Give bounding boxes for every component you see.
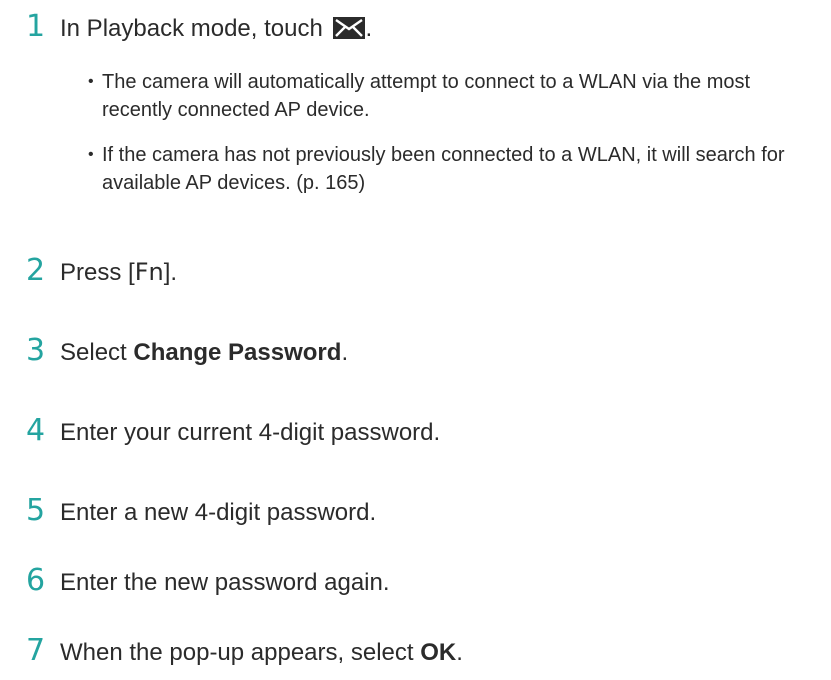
step-3: 3 Select Change Password. — [26, 336, 826, 368]
step-number: 4 — [26, 413, 46, 448]
step-1-notes: • The camera will automatically attempt … — [88, 68, 823, 214]
step-text-main: In Playback mode, touch — [60, 15, 330, 42]
step-text: Select Change Password. — [60, 338, 348, 368]
step-text: Enter a new 4-digit password. — [60, 499, 377, 526]
step-text: Enter your current 4-digit password. — [60, 419, 441, 446]
step-text: Press [Fn]. — [60, 257, 177, 288]
wlan-mail-icon — [333, 17, 366, 39]
step-text-prefix: When the pop-up appears, select — [60, 639, 421, 666]
step-number: 2 — [26, 253, 46, 288]
step-number: 7 — [26, 633, 46, 668]
step-text-suffix: ]. — [163, 259, 178, 286]
step-4: 4 Enter your current 4-digit password. — [26, 416, 826, 448]
step-number: 5 — [26, 493, 46, 528]
step-number: 3 — [26, 333, 46, 368]
step-text: Enter the new password again. — [60, 569, 390, 596]
step-number: 6 — [26, 563, 46, 598]
note-text: If the camera has not previously been co… — [102, 144, 785, 194]
bullet-icon: • — [88, 73, 94, 90]
note-item: • The camera will automatically attempt … — [88, 68, 823, 124]
step-1: 1 In Playback mode, touch . — [26, 12, 826, 44]
menu-option-change-password: Change Password — [133, 339, 342, 366]
note-item: • If the camera has not previously been … — [88, 141, 823, 197]
step-text-suffix: . — [341, 339, 349, 366]
step-5: 5 Enter a new 4-digit password. — [26, 496, 826, 528]
step-6: 6 Enter the new password again. — [26, 566, 826, 598]
step-number: 1 — [26, 9, 46, 44]
step-7: 7 When the pop-up appears, select OK. — [26, 636, 826, 668]
step-2: 2 Press [Fn]. — [26, 256, 826, 288]
bullet-icon: • — [88, 146, 94, 163]
button-label-ok: OK — [420, 639, 457, 666]
fn-key-label: Fn — [134, 258, 164, 286]
note-text: The camera will automatically attempt to… — [102, 71, 751, 121]
step-text: When the pop-up appears, select OK. — [60, 638, 463, 668]
step-text-prefix: Press [ — [60, 259, 135, 286]
step-text-prefix: Select — [60, 339, 134, 366]
step-text-suffix: . — [365, 15, 373, 42]
step-text-suffix: . — [456, 639, 463, 666]
step-text: In Playback mode, touch . — [60, 14, 372, 44]
